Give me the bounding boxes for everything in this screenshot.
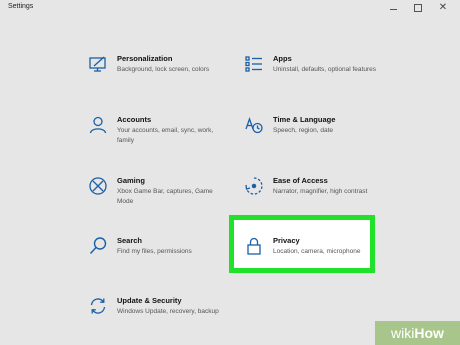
update-icon [88, 296, 108, 316]
tile-title: Privacy [273, 236, 300, 245]
tile-title: Update & Security [117, 296, 182, 305]
tile-title: Time & Language [273, 115, 336, 124]
tile-description: Xbox Game Bar, captures, Game Mode [117, 188, 213, 205]
accounts-icon [88, 115, 108, 135]
tile-title: Search [117, 236, 143, 245]
watermark-suffix: How [414, 325, 444, 341]
lock-icon [244, 236, 264, 256]
tile-description: Location, camera, microphone [273, 248, 361, 255]
tile-title: Apps [273, 54, 292, 63]
title-bar: Settings ✕ [0, 0, 460, 16]
minimize-button[interactable] [386, 2, 400, 14]
tile-title: Ease of Access [273, 176, 328, 185]
tile-time-language[interactable]: Time & Language Speech, region, date [244, 115, 394, 155]
watermark-prefix: wiki [391, 325, 415, 341]
apps-icon [244, 54, 264, 74]
tile-description: Narrator, magnifier, high contrast [273, 188, 368, 195]
tile-ease-of-access[interactable]: Ease of Access Narrator, magnifier, high… [244, 176, 394, 216]
tile-privacy[interactable]: Privacy Location, camera, microphone [244, 236, 370, 276]
search-icon [88, 236, 108, 256]
window-title: Settings [8, 3, 34, 10]
personalization-icon [88, 54, 108, 74]
tile-gaming[interactable]: Gaming Xbox Game Bar, captures, Game Mod… [88, 176, 238, 216]
wikihow-watermark: wiki How [375, 321, 460, 345]
time-language-icon [244, 115, 264, 135]
tile-title: Gaming [117, 176, 145, 185]
maximize-button[interactable] [411, 2, 425, 14]
tile-personalization[interactable]: Personalization Background, lock screen,… [88, 54, 238, 94]
tile-apps[interactable]: Apps Uninstall, defaults, optional featu… [244, 54, 394, 94]
tile-description: Speech, region, date [273, 127, 333, 134]
maximize-icon [414, 4, 422, 12]
tile-update-security[interactable]: Update & Security Windows Update, recove… [88, 296, 238, 336]
tile-description: Your accounts, email, sync, work, family [117, 127, 214, 144]
tile-title: Personalization [117, 54, 173, 63]
ease-of-access-icon [244, 176, 264, 196]
gaming-icon [88, 176, 108, 196]
tile-title: Accounts [117, 115, 152, 124]
tile-description: Windows Update, recovery, backup [117, 308, 219, 315]
minimize-icon [389, 9, 397, 10]
tile-accounts[interactable]: Accounts Your accounts, email, sync, wor… [88, 115, 238, 155]
close-button[interactable]: ✕ [436, 2, 450, 14]
tile-search[interactable]: Search Find my files, permissions [88, 236, 238, 276]
tile-description: Uninstall, defaults, optional features [273, 66, 376, 73]
close-icon: ✕ [438, 2, 448, 13]
tile-description: Background, lock screen, colors [117, 66, 210, 73]
tile-description: Find my files, permissions [117, 248, 192, 255]
